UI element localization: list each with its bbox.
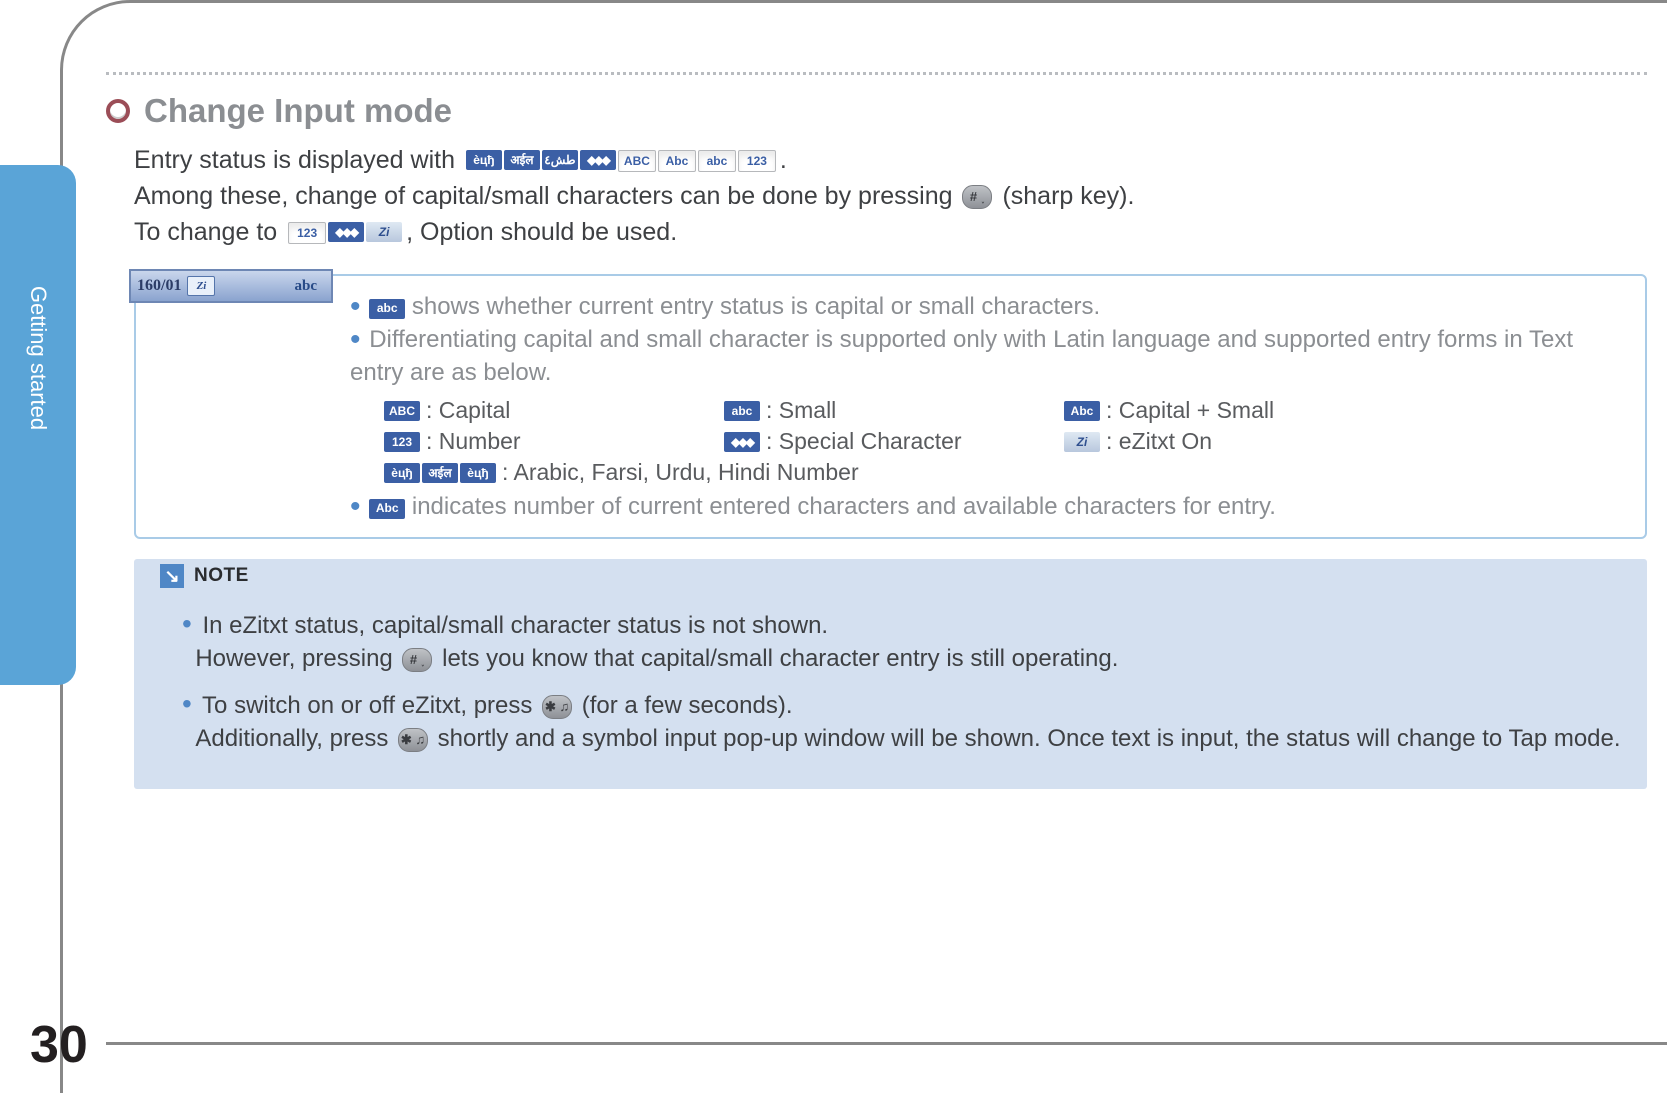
note-header: ↘ NOTE — [160, 559, 1621, 593]
indicator-abc-upper-icon: ABC — [618, 150, 656, 172]
legend-item: abc : Small — [724, 397, 1044, 424]
note-text: However, pressing — [195, 645, 399, 672]
indicator-strip-full: èцђ अईल طش٤ ◆◆◆ ABC Abc abc 123 — [466, 150, 776, 172]
indicator-123-icon: 123 — [288, 222, 326, 244]
intro-text: To change to — [134, 218, 284, 246]
info-text: Differentiating capital and small charac… — [350, 326, 1573, 386]
indicator-abc-mixed-icon: Abc — [1064, 401, 1100, 421]
section-heading: Change Input mode — [144, 92, 452, 130]
legend-label: : eZitxt On — [1106, 428, 1212, 455]
intro-text: , Option should be used. — [406, 218, 677, 246]
legend-item: Zi : eZitxt On — [1064, 428, 1264, 455]
indicator-hindi-icon: अईल — [422, 463, 458, 483]
note-text: In eZitxt status, capital/small characte… — [202, 612, 828, 639]
indicator-abc-lower-icon: abc — [369, 299, 405, 319]
indicator-123-icon: 123 — [738, 150, 776, 172]
chapter-label: Getting started — [25, 286, 51, 430]
chapter-tab: Getting started — [0, 165, 76, 685]
bullet-icon: • — [182, 608, 192, 639]
info-line: • Differentiating capital and small char… — [350, 323, 1627, 389]
note-text: lets you know that capital/small charact… — [442, 645, 1118, 672]
indicator-special-icon: ◆◆◆ — [724, 432, 760, 452]
indicator-arabic-icon: èцђ — [460, 463, 496, 483]
bullet-icon: • — [350, 290, 361, 323]
indicator-abc-lower-icon: abc — [724, 401, 760, 421]
indicator-special-icon: ◆◆◆ — [580, 150, 616, 170]
note-text: To switch on or off eZitxt, press — [202, 692, 539, 719]
info-text: shows whether current entry status is ca… — [412, 293, 1100, 320]
intro-text: (sharp key). — [1002, 182, 1134, 210]
star-key-icon: ✱ ♫ — [542, 695, 572, 719]
legend-label: : Number — [426, 428, 521, 455]
indicator-abc-lower-icon: abc — [698, 150, 736, 172]
sharp-key-icon: # ˯ — [402, 648, 432, 672]
indicator-special-icon: ◆◆◆ — [328, 222, 364, 242]
note-text: Additionally, press — [195, 725, 395, 752]
intro-text: Among these, change of capital/small cha… — [134, 182, 959, 210]
intro-text: . — [780, 146, 787, 174]
indicator-abc-upper-icon: ABC — [384, 401, 420, 421]
note-box: ↘ NOTE • In eZitxt status, capital/small… — [134, 559, 1647, 789]
heading-row: Change Input mode — [106, 92, 1647, 130]
legend-label: : Special Character — [766, 428, 962, 455]
intro-text: Entry status is displayed with — [134, 146, 462, 174]
info-line: • Abc indicates number of current entere… — [350, 490, 1627, 523]
legend-label: : Capital — [426, 397, 510, 424]
note-item: • To switch on or off eZitxt, press ✱ ♫ … — [182, 687, 1621, 755]
indicator-hindi-icon: अईल — [504, 150, 540, 170]
status-mode: abc — [295, 278, 318, 295]
indicator-ezitxt-icon: Zi — [1064, 432, 1100, 452]
indicator-123-icon: 123 — [384, 432, 420, 452]
sharp-key-icon: # ˯ — [962, 185, 992, 209]
dotted-divider — [106, 72, 1647, 75]
legend-label: : Small — [766, 397, 836, 424]
status-bar-illustration: 160/01 Zi abc — [129, 269, 333, 303]
note-arrow-icon: ↘ — [160, 564, 184, 588]
legend-item: ◆◆◆ : Special Character — [724, 428, 1044, 455]
content-area: Change Input mode Entry status is displa… — [106, 92, 1647, 789]
bullet-icon: • — [182, 688, 192, 719]
star-key-icon: ✱ ♫ — [398, 728, 428, 752]
heading-bullet-icon — [106, 99, 130, 123]
indicator-strip-option: 123 ◆◆◆ Zi — [288, 222, 402, 244]
page-number: 30 — [30, 1015, 88, 1075]
status-ez-icon: Zi — [187, 276, 215, 296]
legend-item: Abc : Capital + Small — [1064, 397, 1274, 424]
note-item: • In eZitxt status, capital/small charac… — [182, 607, 1621, 675]
manual-page: 02 Getting started Change Input mode Ent… — [0, 0, 1667, 1093]
legend-item: 123 : Number — [384, 428, 704, 455]
legend-label: : Capital + Small — [1106, 397, 1274, 424]
status-counter: 160/01 — [137, 277, 181, 295]
intro-body: Entry status is displayed with èцђ अईल ط… — [134, 142, 1647, 250]
legend: ABC : Capital abc : Small Abc : Capital … — [384, 397, 1627, 486]
legend-item: ABC : Capital — [384, 397, 704, 424]
bullet-icon: • — [350, 323, 361, 356]
indicator-arabic-icon: èцђ — [466, 150, 502, 170]
indicator-farsi-icon: طش٤ — [542, 150, 578, 170]
note-text: shortly and a symbol input pop-up window… — [438, 725, 1621, 752]
indicator-arabic-icon: èцђ — [384, 463, 420, 483]
note-title: NOTE — [194, 565, 249, 587]
info-box: 160/01 Zi abc • abc shows whether curren… — [134, 274, 1647, 539]
indicator-abc-mixed-icon: Abc — [369, 499, 405, 519]
indicator-ezitxt-icon: Zi — [366, 222, 402, 242]
note-text: (for a few seconds). — [582, 692, 793, 719]
bottom-rule — [106, 1042, 1667, 1045]
legend-label: : Arabic, Farsi, Urdu, Hindi Number — [502, 459, 859, 486]
bullet-icon: • — [350, 490, 361, 523]
note-list: • In eZitxt status, capital/small charac… — [160, 607, 1621, 755]
info-line: • abc shows whether current entry status… — [350, 290, 1627, 323]
indicator-abc-mixed-icon: Abc — [658, 150, 696, 172]
legend-item: èцђ अईल èцђ : Arabic, Farsi, Urdu, Hindi… — [384, 459, 859, 486]
info-text: indicates number of current entered char… — [412, 493, 1276, 520]
